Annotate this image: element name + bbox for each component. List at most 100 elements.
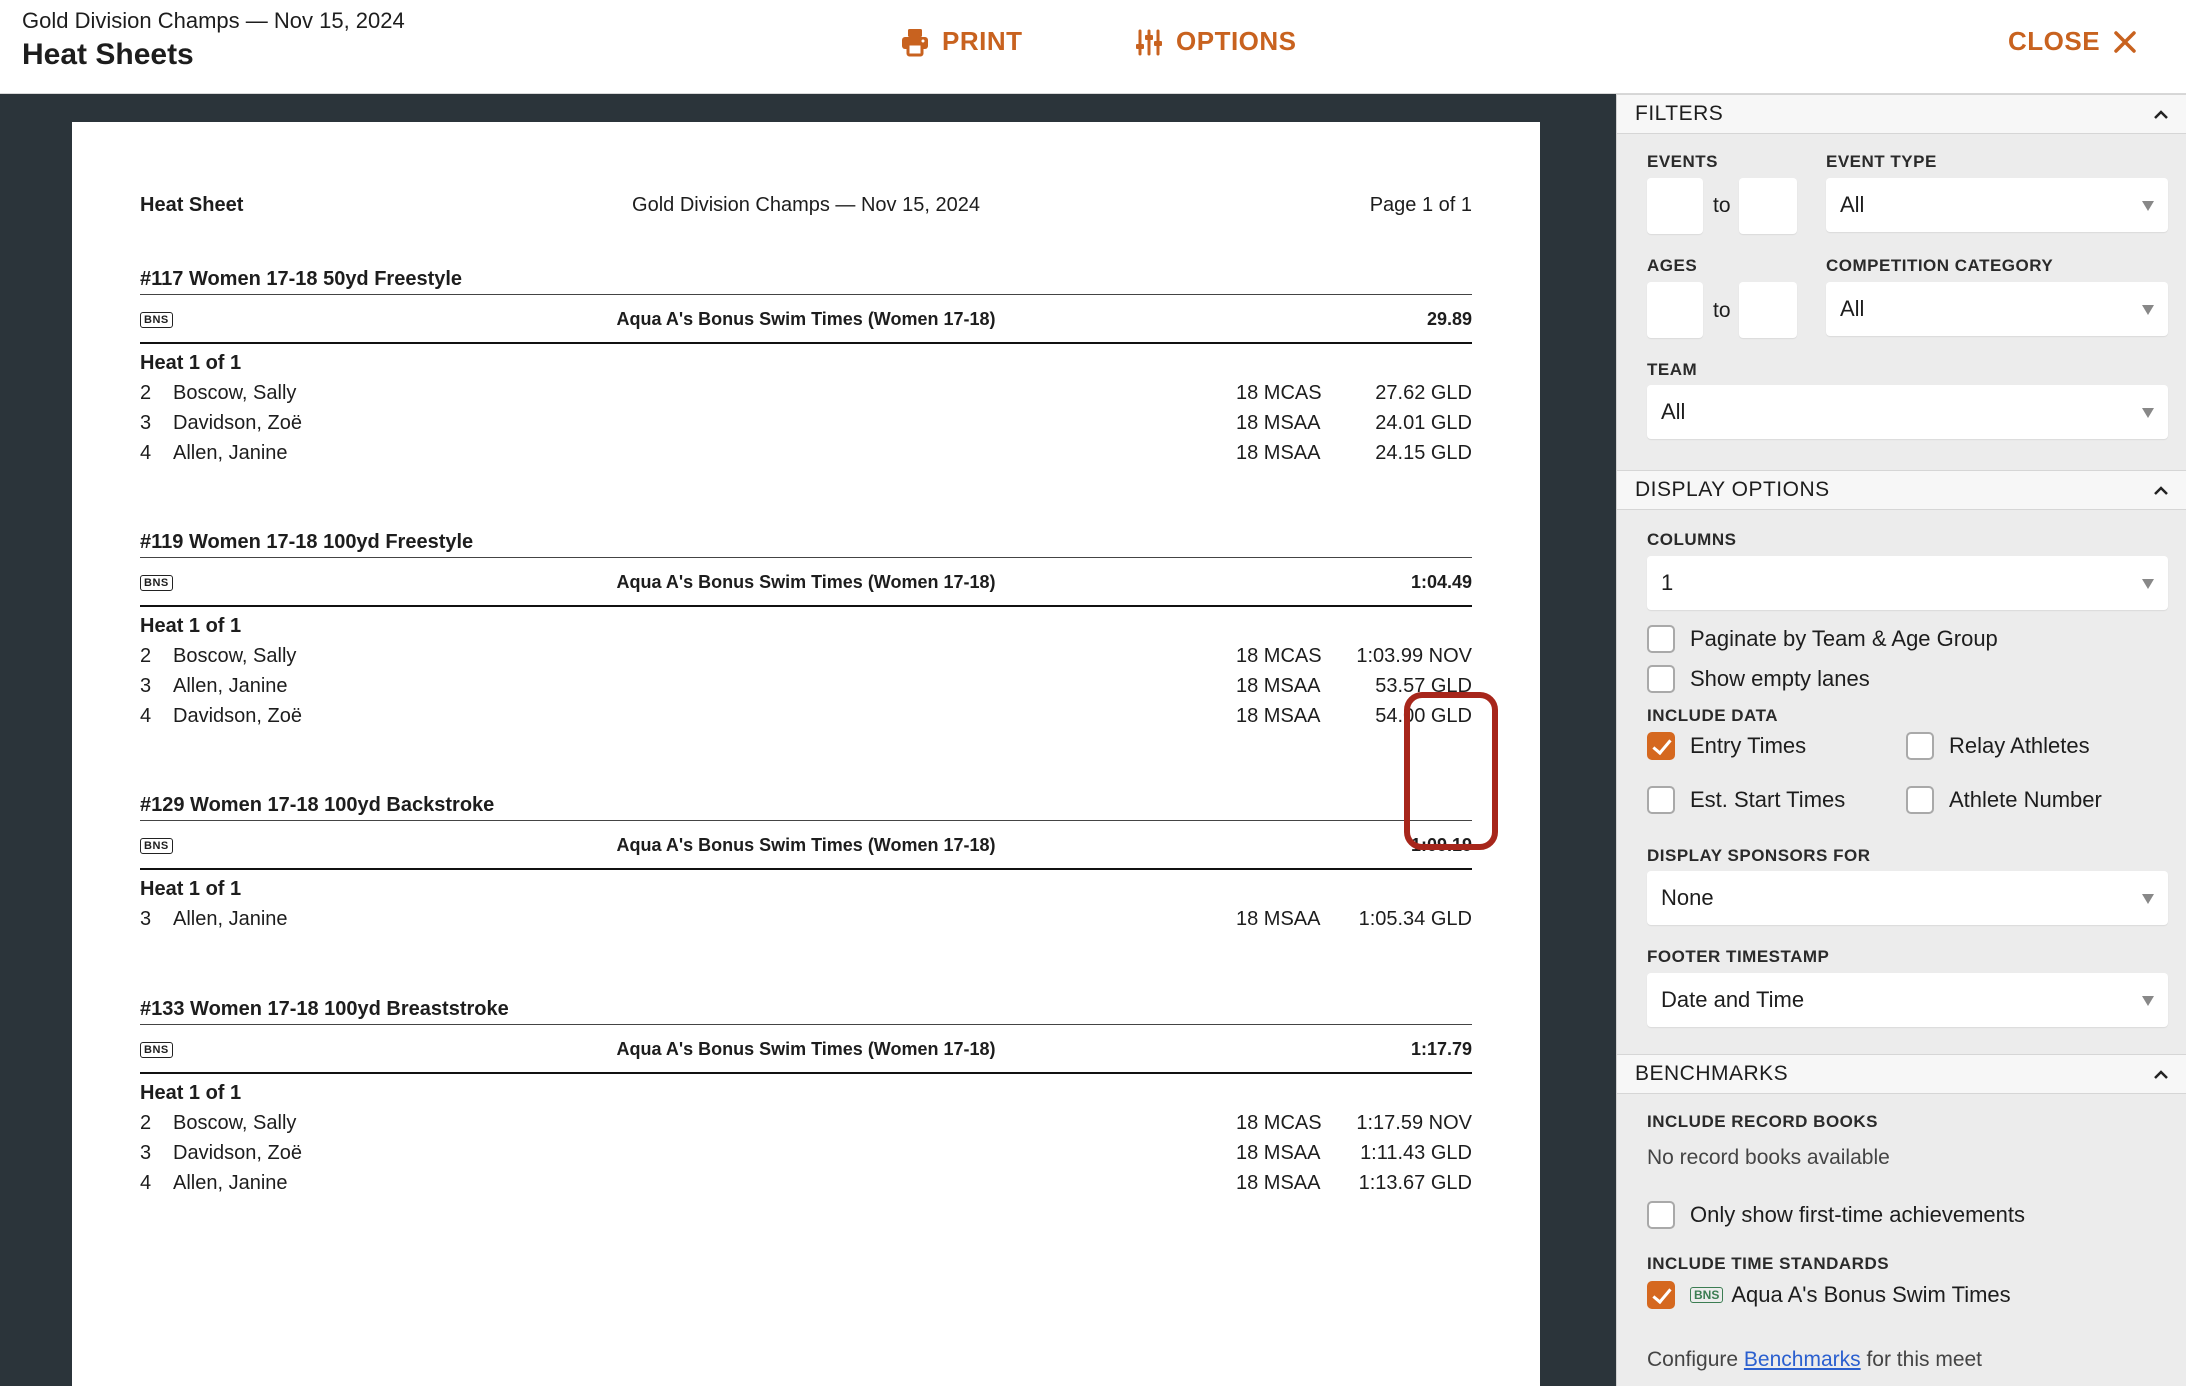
sponsors-label: DISPLAY SPONSORS FOR — [1647, 846, 1871, 865]
standard-row: BNS Aqua A's Bonus Swim Times (Women 17-… — [140, 1024, 1472, 1074]
doc-meet: Gold Division Champs — Nov 15, 2024 — [632, 194, 980, 216]
options-label: OPTIONS — [1176, 26, 1297, 56]
close-button[interactable]: CLOSE — [2008, 26, 2138, 57]
configure-suffix: for this meet — [1866, 1348, 1983, 1371]
checkbox-unchecked[interactable] — [1647, 1201, 1675, 1229]
dropdown-arrow-icon — [2142, 894, 2154, 904]
checkbox-checked[interactable] — [1647, 1281, 1675, 1309]
sponsors-select[interactable]: None — [1647, 871, 2168, 925]
age-team: 18 MSAA — [1236, 442, 1321, 464]
swimmer-name: Davidson, Zoë — [173, 705, 302, 727]
est-start-times-checkbox[interactable]: Est. Start Times — [1647, 786, 1845, 814]
close-label: CLOSE — [2008, 26, 2101, 56]
seed-time: 27.62 GLD — [1375, 382, 1472, 404]
entry-row: 4 Allen, Janine 18 MSAA 24.15 GLD — [140, 438, 1472, 468]
time-standard-checkbox[interactable]: BNS Aqua A's Bonus Swim Times — [1647, 1281, 2011, 1309]
competition-category-select[interactable]: All — [1826, 282, 2168, 336]
filters-section-header[interactable]: FILTERS — [1617, 94, 2186, 134]
lane: 3 — [140, 1142, 152, 1164]
columns-value: 1 — [1661, 570, 1674, 595]
benchmarks-section-header[interactable]: BENCHMARKS — [1617, 1054, 2186, 1094]
entry-row: 3 Davidson, Zoë 18 MSAA 24.01 GLD — [140, 408, 1472, 438]
relay-athletes-checkbox[interactable]: Relay Athletes — [1906, 732, 2090, 760]
age-team: 18 MSAA — [1236, 675, 1321, 697]
team-value: All — [1661, 399, 1686, 424]
heat-title: Heat 1 of 1 — [140, 1082, 242, 1104]
checkbox-checked[interactable] — [1647, 732, 1675, 760]
event-block: #133 Women 17-18 100yd Breaststroke BNS … — [140, 994, 1472, 1198]
checkbox-unchecked[interactable] — [1906, 786, 1934, 814]
dropdown-arrow-icon — [2142, 579, 2154, 589]
footer-timestamp-label: FOOTER TIMESTAMP — [1647, 947, 1830, 966]
seed-time: 1:17.59 NOV — [1356, 1112, 1472, 1134]
age-team: 18 MSAA — [1236, 412, 1321, 434]
lane: 3 — [140, 908, 152, 930]
heat-title: Heat 1 of 1 — [140, 615, 242, 637]
columns-select[interactable]: 1 — [1647, 556, 2168, 610]
event-block: #119 Women 17-18 100yd Freestyle BNS Aqu… — [140, 527, 1472, 731]
entry-times-checkbox[interactable]: Entry Times — [1647, 732, 1806, 760]
event-type-value: All — [1840, 192, 1865, 217]
checkbox-unchecked[interactable] — [1647, 625, 1675, 653]
empty-lanes-checkbox[interactable]: Show empty lanes — [1647, 665, 1870, 693]
events-to-input[interactable] — [1739, 178, 1797, 234]
configure-benchmarks-text: Configure Benchmarks for this meet — [1647, 1348, 1982, 1372]
seed-time: 1:11.43 GLD — [1360, 1142, 1472, 1164]
age-team: 18 MSAA — [1236, 908, 1321, 930]
checkbox-unchecked[interactable] — [1647, 786, 1675, 814]
lane: 4 — [140, 705, 152, 727]
print-button[interactable]: PRINT — [900, 26, 1023, 57]
swimmer-name: Allen, Janine — [173, 675, 288, 697]
print-label: PRINT — [942, 26, 1023, 56]
options-button[interactable]: OPTIONS — [1134, 26, 1297, 57]
events-from-input[interactable] — [1647, 178, 1703, 234]
swimmer-name: Boscow, Sally — [173, 382, 297, 404]
checkbox-unchecked[interactable] — [1647, 665, 1675, 693]
entry-row: 3 Davidson, Zoë 18 MSAA 1:11.43 GLD — [140, 1138, 1472, 1168]
ages-to-input[interactable] — [1739, 282, 1797, 338]
standard-name: Aqua A's Bonus Swim Times (Women 17-18) — [616, 835, 996, 855]
team-select[interactable]: All — [1647, 385, 2168, 439]
lane: 4 — [140, 1172, 152, 1194]
event-type-label: EVENT TYPE — [1826, 152, 1937, 171]
footer-timestamp-value: Date and Time — [1661, 987, 1805, 1012]
doc-page-count: Page 1 of 1 — [1369, 194, 1472, 216]
first-time-checkbox[interactable]: Only show first-time achievements — [1647, 1201, 2025, 1229]
swimmer-name: Allen, Janine — [173, 1172, 288, 1194]
chevron-up-icon — [2154, 1070, 2168, 1079]
first-time-label: Only show first-time achievements — [1690, 1202, 2025, 1227]
swimmer-name: Allen, Janine — [173, 442, 288, 464]
paginate-checkbox[interactable]: Paginate by Team & Age Group — [1647, 625, 1998, 653]
footer-timestamp-select[interactable]: Date and Time — [1647, 973, 2168, 1027]
age-team: 18 MCAS — [1236, 1112, 1322, 1134]
ages-from-input[interactable] — [1647, 282, 1703, 338]
event-title: #119 Women 17-18 100yd Freestyle — [140, 531, 474, 553]
swimmer-name: Allen, Janine — [173, 908, 288, 930]
event-type-select[interactable]: All — [1826, 178, 2168, 232]
standard-time: 1:17.79 — [1410, 1039, 1472, 1059]
top-bar: Gold Division Champs — Nov 15, 2024 Heat… — [0, 0, 2186, 94]
ages-label: AGES — [1647, 256, 1698, 275]
chevron-up-icon — [2154, 110, 2168, 119]
time-standards-label: INCLUDE TIME STANDARDS — [1647, 1254, 1890, 1273]
competition-category-value: All — [1840, 296, 1865, 321]
empty-lanes-label: Show empty lanes — [1690, 666, 1870, 691]
athlete-number-checkbox[interactable]: Athlete Number — [1906, 786, 2102, 814]
dropdown-arrow-icon — [2142, 996, 2154, 1006]
checkbox-unchecked[interactable] — [1906, 732, 1934, 760]
heat-title: Heat 1 of 1 — [140, 352, 242, 374]
entry-row: 4 Allen, Janine 18 MSAA 1:13.67 GLD — [140, 1168, 1472, 1198]
events-label: EVENTS — [1647, 152, 1719, 171]
competition-category-label: COMPETITION CATEGORY — [1826, 256, 2054, 275]
event-title: #117 Women 17-18 50yd Freestyle — [140, 268, 463, 290]
heat-title: Heat 1 of 1 — [140, 878, 242, 900]
age-team: 18 MSAA — [1236, 705, 1321, 727]
lane: 2 — [140, 382, 152, 404]
benchmarks-link[interactable]: Benchmarks — [1744, 1348, 1861, 1371]
display-options-section-header[interactable]: DISPLAY OPTIONS — [1617, 470, 2186, 510]
entry-row: 2 Boscow, Sally 18 MCAS 27.62 GLD — [140, 378, 1472, 408]
dropdown-arrow-icon — [2142, 305, 2154, 315]
meet-name: Gold Division Champs — Nov 15, 2024 — [22, 8, 405, 33]
dropdown-arrow-icon — [2142, 201, 2154, 211]
preview-area[interactable]: Heat Sheet Gold Division Champs — Nov 15… — [0, 94, 1616, 1386]
